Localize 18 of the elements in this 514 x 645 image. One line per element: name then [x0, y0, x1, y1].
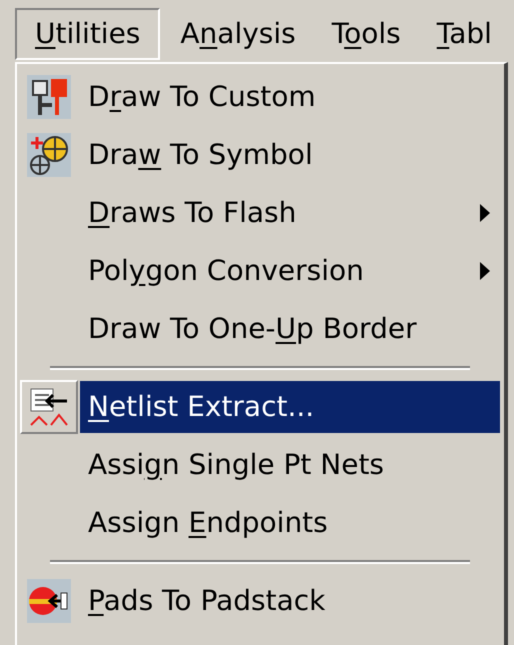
- crosshair-icon: [27, 133, 71, 177]
- menu-item[interactable]: Draw To Symbol: [80, 129, 500, 181]
- menu-item[interactable]: Polygon Conversion: [80, 245, 500, 297]
- menu-item[interactable]: Pads To Padstack: [80, 575, 500, 627]
- menu-bar-item[interactable]: Utilities: [15, 8, 160, 60]
- flag-icon: [27, 75, 71, 119]
- menu-bar-item[interactable]: Tools: [316, 8, 417, 60]
- submenu-arrow-icon: [480, 204, 490, 222]
- pads-icon: [27, 579, 71, 623]
- submenu-arrow-icon: [480, 262, 490, 280]
- menu-bar-item[interactable]: Tabl: [420, 8, 508, 60]
- menu-item[interactable]: Assign Endpoints: [80, 497, 500, 549]
- menu-item[interactable]: Draws To Flash: [80, 187, 500, 239]
- menu-bar-item[interactable]: Analysis: [164, 8, 312, 60]
- menu-item[interactable]: Draw To One-Up Border: [80, 303, 500, 355]
- menu-item[interactable]: Netlist Extract...: [80, 381, 500, 433]
- menu-item[interactable]: Assign Single Pt Nets: [80, 439, 500, 491]
- menu-item[interactable]: Draw To Custom: [80, 71, 500, 123]
